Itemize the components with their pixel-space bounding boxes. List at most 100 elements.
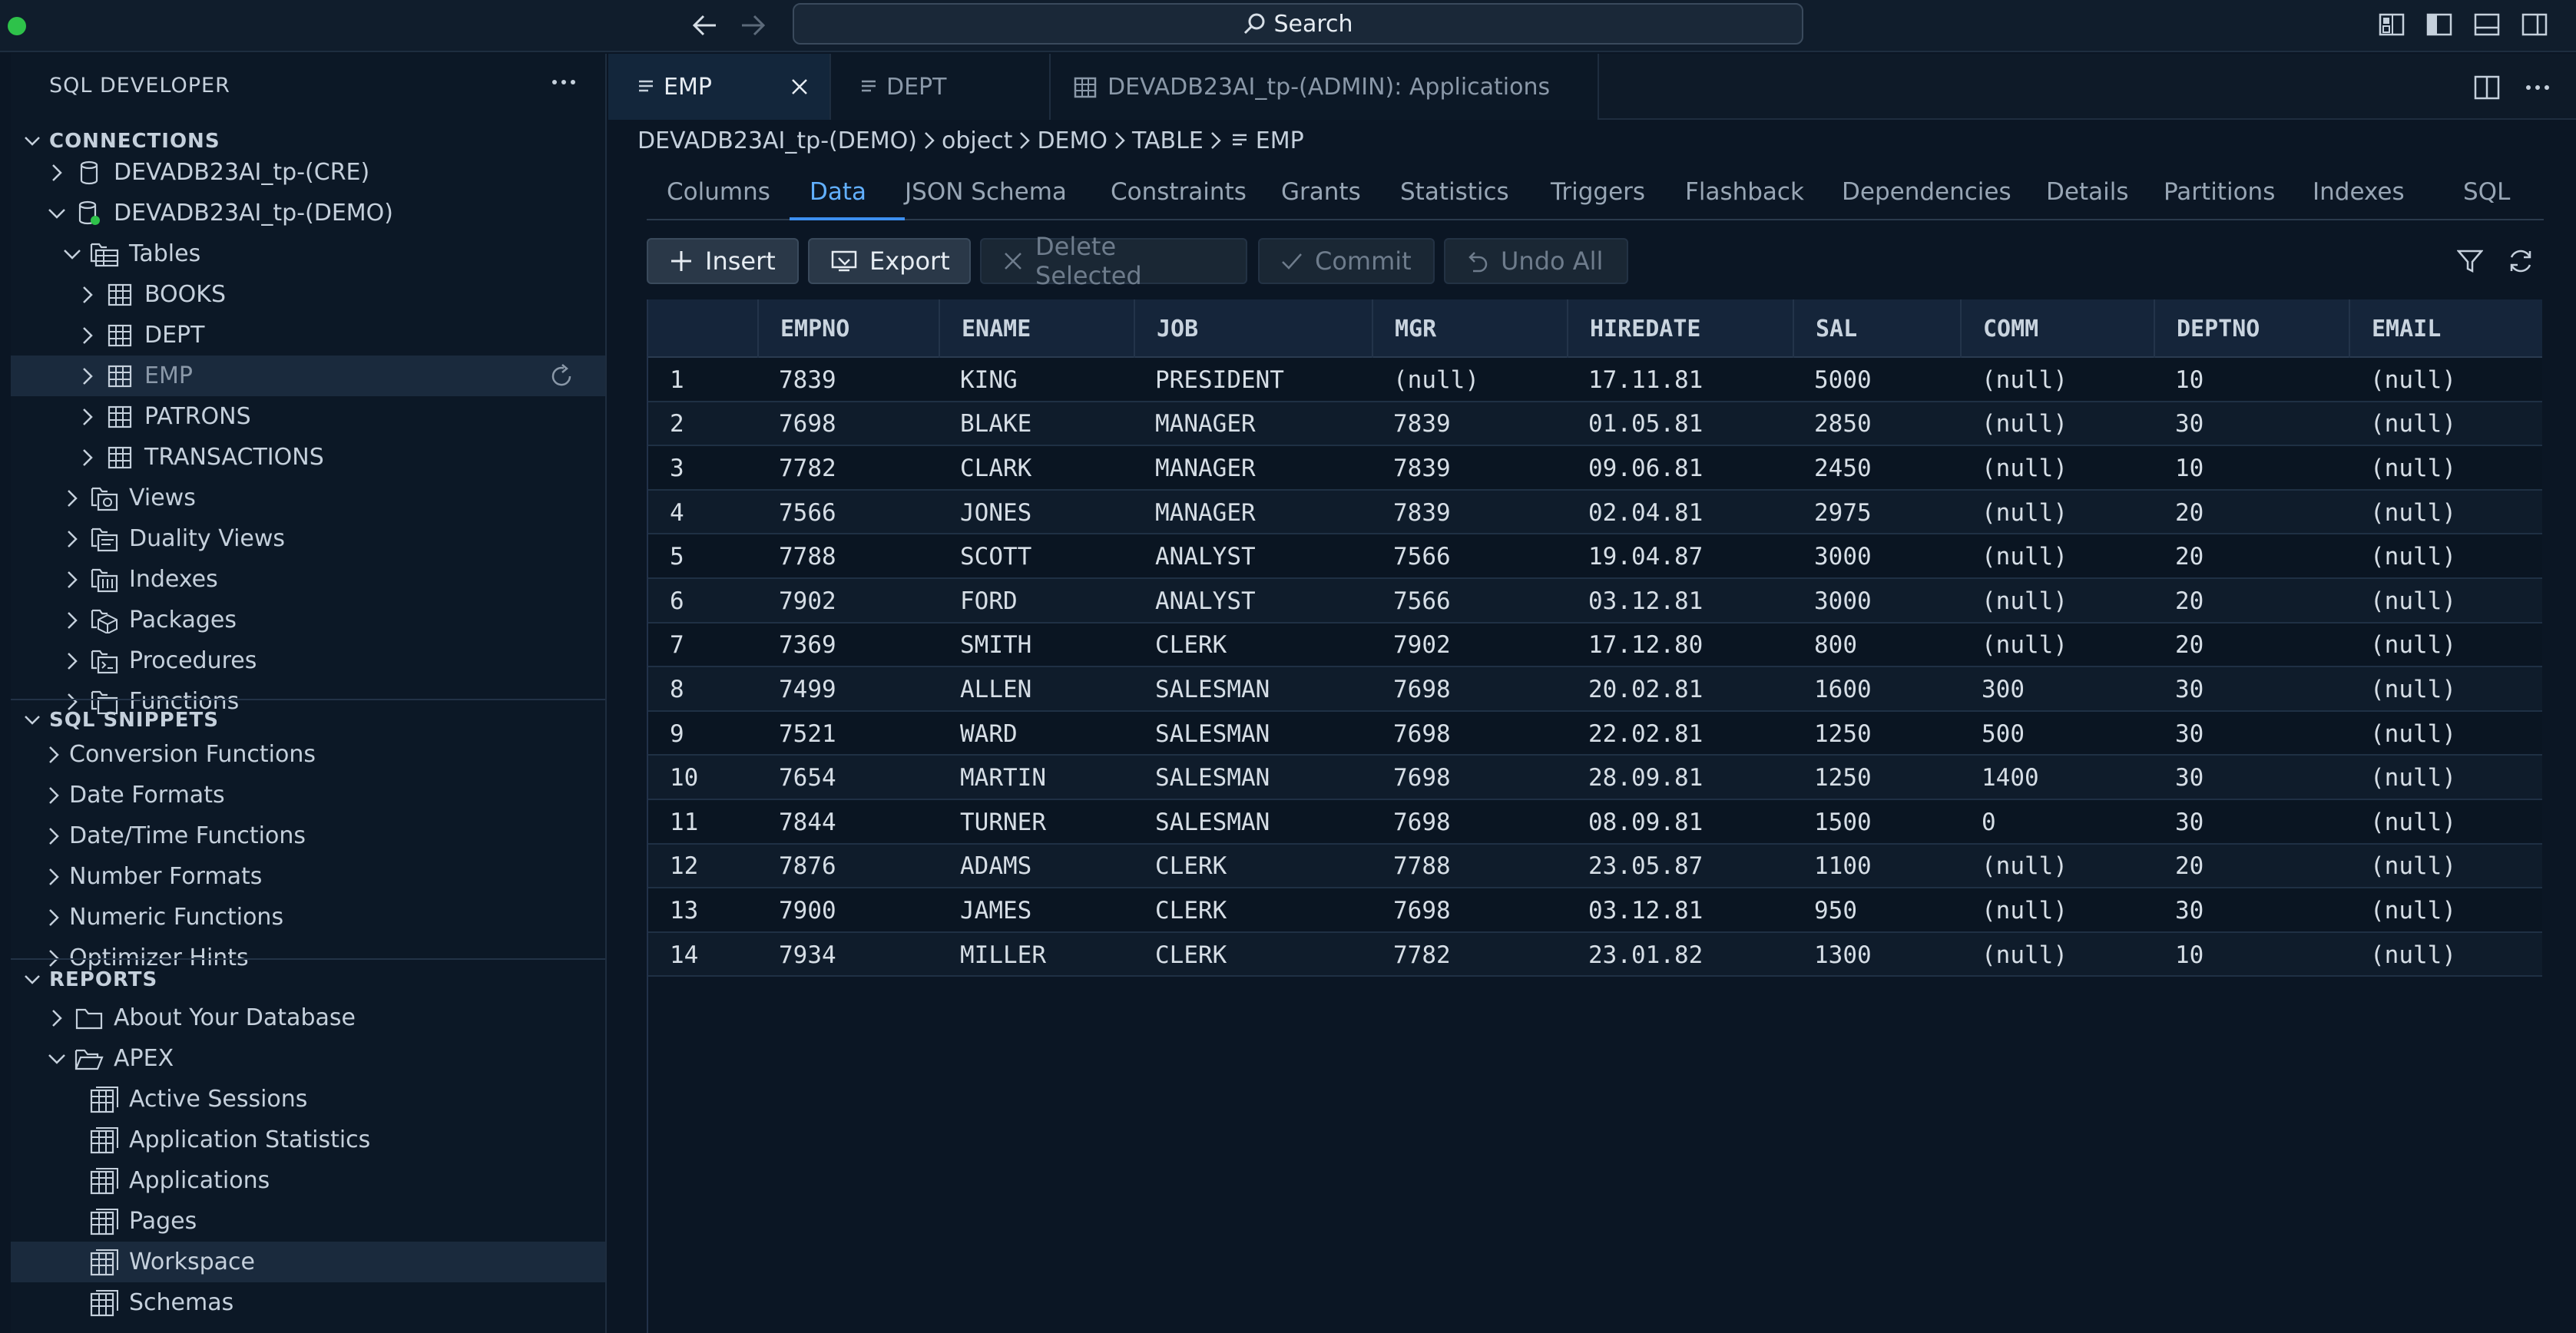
chevron-right-icon[interactable]: [57, 605, 88, 636]
table-cell-mgr[interactable]: 7782: [1372, 933, 1451, 977]
table-cell-comm[interactable]: (null): [1960, 491, 2068, 535]
rep-tree-item[interactable]: Applications: [11, 1160, 605, 1201]
row-number-cell[interactable]: 2: [648, 402, 684, 447]
chevron-right-icon[interactable]: [38, 739, 69, 770]
table-row[interactable]: 8 7499 ALLEN SALESMAN 7698 20.02.81 1600 300 30 (…: [648, 667, 2542, 712]
table-cell-job[interactable]: SALESMAN: [1134, 800, 1270, 845]
row-number-cell[interactable]: 12: [648, 845, 698, 889]
table-cell-job[interactable]: ANALYST: [1134, 579, 1256, 624]
table-cell-comm[interactable]: (null): [1960, 358, 2068, 402]
snip-tree-item[interactable]: Date Formats: [11, 775, 605, 815]
export-button[interactable]: Export: [808, 238, 971, 284]
object-tab-statistics[interactable]: Statistics: [1400, 173, 1509, 220]
table-cell-hiredate[interactable]: 23.01.82: [1567, 933, 1703, 977]
row-number-cell[interactable]: 8: [648, 667, 684, 712]
table-row[interactable]: 13 7900 JAMES CLERK 7698 03.12.81 950 (null) 30 (…: [648, 888, 2542, 933]
toggle-primary-sidebar-icon[interactable]: [2424, 9, 2455, 40]
table-cell-comm[interactable]: 0: [1960, 800, 1996, 845]
table-cell-empno[interactable]: 7499: [757, 667, 836, 712]
table-cell-email[interactable]: (null): [2349, 712, 2456, 756]
table-cell-deptno[interactable]: 20: [2154, 534, 2204, 579]
conn-tree-item[interactable]: EMP: [11, 356, 605, 396]
close-icon[interactable]: [790, 77, 810, 97]
object-tab-grants[interactable]: Grants: [1281, 173, 1361, 220]
table-cell-email[interactable]: (null): [2349, 933, 2456, 977]
snip-tree-item[interactable]: Number Formats: [11, 856, 605, 897]
table-cell-deptno[interactable]: 30: [2154, 888, 2204, 933]
snip-tree-item[interactable]: Date/Time Functions: [11, 815, 605, 856]
object-tab-partitions[interactable]: Partitions: [2164, 173, 2275, 220]
table-cell-ename[interactable]: FORD: [939, 579, 1018, 624]
table-cell-ename[interactable]: WARD: [939, 712, 1018, 756]
table-cell-deptno[interactable]: 20: [2154, 579, 2204, 624]
row-number-cell[interactable]: 13: [648, 888, 698, 933]
table-cell-hiredate[interactable]: 17.12.80: [1567, 624, 1703, 668]
conn-tree-item[interactable]: BOOKS: [11, 274, 605, 315]
table-cell-ename[interactable]: KING: [939, 358, 1018, 402]
table-cell-job[interactable]: SALESMAN: [1134, 712, 1270, 756]
table-cell-deptno[interactable]: 30: [2154, 756, 2204, 800]
snippets-section-header[interactable]: SQL SNIPPETS: [11, 703, 605, 737]
object-tab-data[interactable]: Data: [810, 173, 866, 220]
table-cell-ename[interactable]: TURNER: [939, 800, 1046, 845]
table-cell-sal[interactable]: 5000: [1793, 358, 1872, 402]
row-number-cell[interactable]: 9: [648, 712, 684, 756]
column-header-hiredate[interactable]: HIREDATE: [1567, 299, 1793, 358]
object-tab-details[interactable]: Details: [2046, 173, 2128, 220]
toggle-secondary-sidebar-icon[interactable]: [2519, 9, 2550, 40]
table-cell-empno[interactable]: 7844: [757, 800, 836, 845]
column-header-ename[interactable]: ENAME: [939, 299, 1134, 358]
table-cell-comm[interactable]: (null): [1960, 845, 2068, 889]
table-cell-empno[interactable]: 7782: [757, 446, 836, 491]
table-cell-ename[interactable]: MARTIN: [939, 756, 1046, 800]
table-cell-comm[interactable]: (null): [1960, 933, 2068, 977]
table-row[interactable]: 5 7788 SCOTT ANALYST 7566 19.04.87 3000 (null) 2…: [648, 534, 2542, 579]
chevron-right-icon[interactable]: [38, 902, 69, 933]
chevron-right-icon[interactable]: [72, 402, 103, 432]
table-cell-job[interactable]: CLERK: [1134, 888, 1227, 933]
chevron-right-icon[interactable]: [72, 361, 103, 392]
table-cell-empno[interactable]: 7369: [757, 624, 836, 668]
table-cell-sal[interactable]: 2850: [1793, 402, 1872, 447]
table-row[interactable]: 7 7369 SMITH CLERK 7902 17.12.80 800 (null) 20 (n…: [648, 623, 2542, 668]
editor-tab-dept[interactable]: DEPT: [831, 54, 1051, 120]
conn-tree-item[interactable]: DEPT: [11, 315, 605, 356]
chevron-down-icon[interactable]: [41, 1044, 72, 1074]
filter-icon[interactable]: [2453, 244, 2487, 278]
table-cell-empno[interactable]: 7788: [757, 534, 836, 579]
table-cell-comm[interactable]: 300: [1960, 667, 2025, 712]
table-row[interactable]: 10 7654 MARTIN SALESMAN 7698 28.09.81 1250 1400…: [648, 756, 2542, 800]
table-cell-ename[interactable]: ALLEN: [939, 667, 1031, 712]
table-cell-email[interactable]: (null): [2349, 624, 2456, 668]
table-cell-comm[interactable]: (null): [1960, 534, 2068, 579]
more-actions-icon[interactable]: [2521, 71, 2554, 104]
command-search-box[interactable]: Search: [793, 3, 1803, 45]
customize-layout-icon[interactable]: [2376, 9, 2407, 40]
chevron-right-icon[interactable]: [57, 646, 88, 676]
table-cell-hiredate[interactable]: 09.06.81: [1567, 446, 1703, 491]
table-cell-deptno[interactable]: 20: [2154, 491, 2204, 535]
table-row[interactable]: 1 7839 KING PRESIDENT (null) 17.11.81 5000 (nul…: [648, 358, 2542, 402]
table-cell-sal[interactable]: 950: [1793, 888, 1857, 933]
table-cell-deptno[interactable]: 30: [2154, 800, 2204, 845]
reports-section-header[interactable]: REPORTS: [11, 963, 605, 997]
rep-tree-item[interactable]: Active Sessions: [11, 1079, 605, 1120]
table-cell-deptno[interactable]: 10: [2154, 358, 2204, 402]
chevron-right-icon[interactable]: [72, 280, 103, 310]
rep-tree-item[interactable]: Schemas: [11, 1282, 605, 1323]
table-cell-empno[interactable]: 7521: [757, 712, 836, 756]
table-cell-job[interactable]: PRESIDENT: [1134, 358, 1284, 402]
table-cell-deptno[interactable]: 10: [2154, 933, 2204, 977]
row-number-cell[interactable]: 4: [648, 491, 684, 535]
row-number-cell[interactable]: 3: [648, 446, 684, 491]
chevron-right-icon[interactable]: [38, 780, 69, 811]
table-cell-mgr[interactable]: (null): [1372, 358, 1479, 402]
table-cell-empno[interactable]: 7902: [757, 579, 836, 624]
row-number-cell[interactable]: 5: [648, 534, 684, 579]
table-cell-deptno[interactable]: 10: [2154, 446, 2204, 491]
table-row[interactable]: 9 7521 WARD SALESMAN 7698 22.02.81 1250 500 30 (n…: [648, 711, 2542, 756]
table-cell-email[interactable]: (null): [2349, 402, 2456, 447]
object-tab-indexes[interactable]: Indexes: [2313, 173, 2405, 220]
row-number-cell[interactable]: 1: [648, 358, 684, 402]
table-cell-mgr[interactable]: 7788: [1372, 845, 1451, 889]
